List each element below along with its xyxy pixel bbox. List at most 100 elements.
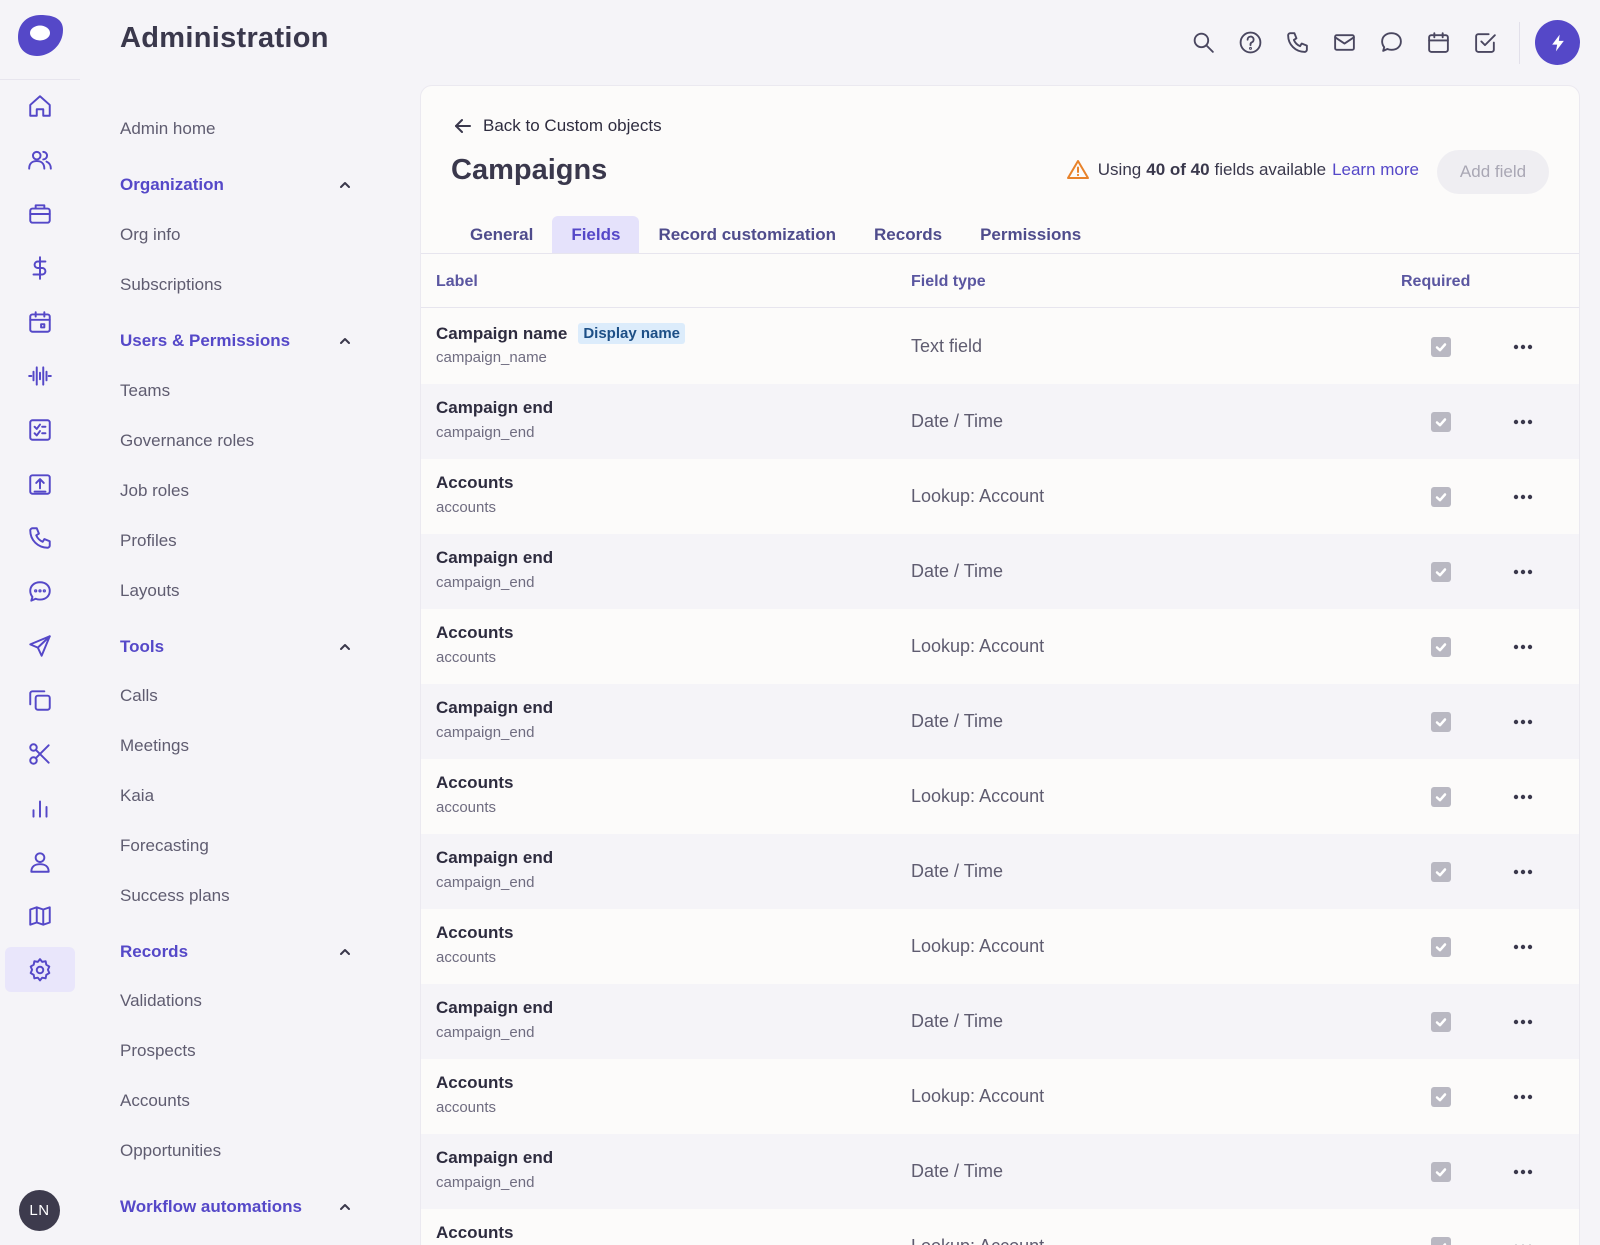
sidebar-item-meetings[interactable]: Meetings (120, 736, 189, 756)
phone-icon[interactable] (1274, 20, 1321, 64)
required-checkbox[interactable] (1431, 412, 1451, 432)
table-row[interactable]: AccountsaccountsLookup: Account (421, 609, 1579, 684)
sidebar-item-governance-roles[interactable]: Governance roles (120, 431, 254, 451)
phone-icon[interactable] (5, 515, 75, 560)
row-actions-button[interactable] (1503, 1010, 1543, 1034)
back-to-custom-objects-link[interactable]: Back to Custom objects (453, 116, 662, 136)
upload-icon[interactable] (5, 461, 75, 506)
people-icon[interactable] (5, 137, 75, 182)
column-header-field-type[interactable]: Field type (911, 273, 986, 291)
sidebar-item-job-roles[interactable]: Job roles (120, 481, 189, 501)
send-icon[interactable] (5, 623, 75, 668)
required-checkbox[interactable] (1431, 862, 1451, 882)
row-actions-button[interactable] (1503, 710, 1543, 734)
sidebar-item-opportunities[interactable]: Opportunities (120, 1141, 221, 1161)
row-actions-button[interactable] (1503, 635, 1543, 659)
map-icon[interactable] (5, 893, 75, 938)
table-row[interactable]: AccountsaccountsLookup: Account (421, 759, 1579, 834)
section-workflow-automations[interactable]: Workflow automations (120, 1197, 352, 1217)
waveform-icon[interactable] (5, 353, 75, 398)
row-actions-button[interactable] (1503, 1235, 1543, 1245)
required-checkbox[interactable] (1431, 1237, 1451, 1245)
section-records[interactable]: Records (120, 942, 352, 962)
sidebar-item-admin-home[interactable]: Admin home (120, 119, 215, 139)
person-icon[interactable] (5, 839, 75, 884)
column-header-label[interactable]: Label (436, 273, 478, 291)
required-checkbox[interactable] (1431, 637, 1451, 657)
tab-records[interactable]: Records (855, 216, 961, 253)
help-icon[interactable] (1227, 20, 1274, 64)
mail-icon[interactable] (1321, 20, 1368, 64)
tab-permissions[interactable]: Permissions (961, 216, 1100, 253)
table-row[interactable]: Campaign end campaign_end Date / Time (421, 684, 1579, 759)
required-checkbox[interactable] (1431, 1012, 1451, 1032)
section-users-permissions[interactable]: Users & Permissions (120, 331, 352, 351)
table-row[interactable]: Campaign name Display name campaign_name Te… (421, 309, 1579, 384)
sidebar-item-teams[interactable]: Teams (120, 381, 170, 401)
tab-record-customization[interactable]: Record customization (639, 216, 855, 253)
table-row[interactable]: AccountsaccountsLookup: Account (421, 1059, 1579, 1134)
row-actions-button[interactable] (1503, 560, 1543, 584)
add-field-button[interactable]: Add field (1437, 150, 1549, 194)
table-row[interactable]: AccountsaccountsLookup: Account (421, 459, 1579, 534)
row-actions-button[interactable] (1503, 485, 1543, 509)
copy-icon[interactable] (5, 677, 75, 722)
scissors-icon[interactable] (5, 731, 75, 776)
required-checkbox[interactable] (1431, 1162, 1451, 1182)
sidebar-item-kaia[interactable]: Kaia (120, 786, 154, 806)
table-row[interactable]: Campaign end campaign_end Date / Time (421, 1134, 1579, 1209)
user-avatar[interactable]: LN (19, 1190, 60, 1231)
required-checkbox[interactable] (1431, 337, 1451, 357)
table-row[interactable]: Campaign end campaign_end Date / Time (421, 534, 1579, 609)
tasks-icon[interactable] (1462, 20, 1509, 64)
app-logo-icon[interactable] (16, 13, 65, 58)
calendar-icon[interactable] (1415, 20, 1462, 64)
required-checkbox[interactable] (1431, 487, 1451, 507)
sidebar-item-org-info[interactable]: Org info (120, 225, 180, 245)
table-row[interactable]: Campaign end campaign_end Date / Time (421, 834, 1579, 909)
row-actions-button[interactable] (1503, 860, 1543, 884)
required-checkbox[interactable] (1431, 562, 1451, 582)
required-checkbox[interactable] (1431, 937, 1451, 957)
checklist-icon[interactable] (5, 407, 75, 452)
sidebar-item-profiles[interactable]: Profiles (120, 531, 177, 551)
sidebar-item-success-plans[interactable]: Success plans (120, 886, 230, 906)
home-icon[interactable] (5, 83, 75, 128)
row-actions-button[interactable] (1503, 1160, 1543, 1184)
required-checkbox[interactable] (1431, 787, 1451, 807)
row-actions-button[interactable] (1503, 935, 1543, 959)
table-row[interactable]: Campaign end campaign_end Date / Time (421, 984, 1579, 1059)
chat-icon[interactable] (5, 569, 75, 614)
settings-icon[interactable] (5, 947, 75, 992)
sidebar-item-accounts[interactable]: Accounts (120, 1091, 190, 1111)
sidebar-item-layouts[interactable]: Layouts (120, 581, 180, 601)
section-organization[interactable]: Organization (120, 175, 352, 195)
sidebar-item-prospects[interactable]: Prospects (120, 1041, 196, 1061)
column-header-required[interactable]: Required (1401, 273, 1470, 291)
required-checkbox[interactable] (1431, 1087, 1451, 1107)
row-actions-button[interactable] (1503, 785, 1543, 809)
calendar-icon[interactable] (5, 299, 75, 344)
table-row[interactable]: AccountsaccountsLookup: Account (421, 1209, 1579, 1245)
tab-general[interactable]: General (451, 216, 552, 253)
sidebar-item-subscriptions[interactable]: Subscriptions (120, 275, 222, 295)
table-row[interactable]: AccountsaccountsLookup: Account (421, 909, 1579, 984)
field-label-text: Accounts (436, 773, 514, 792)
sidebar-item-forecasting[interactable]: Forecasting (120, 836, 209, 856)
search-icon[interactable] (1180, 20, 1227, 64)
briefcase-icon[interactable] (5, 191, 75, 236)
tab-fields[interactable]: Fields (552, 216, 640, 253)
required-checkbox[interactable] (1431, 712, 1451, 732)
sidebar-item-calls[interactable]: Calls (120, 686, 158, 706)
row-actions-button[interactable] (1503, 335, 1543, 359)
table-row[interactable]: Campaign end campaign_end Date / Time (421, 384, 1579, 459)
chat-icon[interactable] (1368, 20, 1415, 64)
row-actions-button[interactable] (1503, 1085, 1543, 1109)
row-actions-button[interactable] (1503, 410, 1543, 434)
bolt-icon[interactable] (1535, 20, 1580, 65)
learn-more-link[interactable]: Learn more (1332, 160, 1419, 180)
bar-chart-icon[interactable] (5, 785, 75, 830)
dollar-icon[interactable] (5, 245, 75, 290)
section-tools[interactable]: Tools (120, 637, 352, 657)
sidebar-item-validations[interactable]: Validations (120, 991, 202, 1011)
